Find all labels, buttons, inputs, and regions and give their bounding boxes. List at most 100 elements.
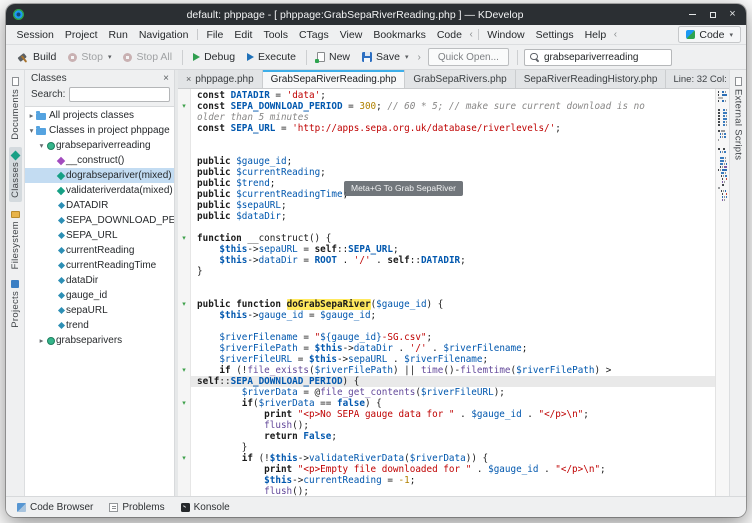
code-line[interactable]: if($riverData == false) { <box>191 398 715 409</box>
code-line[interactable]: public $currentReadingTime; <box>191 189 715 200</box>
minimap[interactable] <box>715 89 729 496</box>
code-line[interactable]: $riverFilename = "${gauge_id}-SG.csv"; <box>191 332 715 343</box>
tree-item-validateriverdata-mixed[interactable]: validateriverdata(mixed) <box>25 183 174 198</box>
collapse-arrow-icon[interactable]: ▾ <box>37 142 46 150</box>
code-line[interactable]: const SEPA_DOWNLOAD_PERIOD = 300; // 60 … <box>191 101 715 112</box>
tab-grabsepariverreading-php[interactable]: GrabSepaRiverReading.php <box>263 70 406 88</box>
menu-window[interactable]: Window <box>482 27 530 43</box>
code-browser-button[interactable]: Code Browser <box>11 500 99 515</box>
code-line[interactable]: return False; <box>191 431 715 442</box>
dock-tab-filesystem[interactable]: Filesystem <box>9 205 22 273</box>
execute-button[interactable]: Execute <box>241 49 302 65</box>
code-line[interactable]: $riverFileURL = $this->sepaURL . $riverF… <box>191 354 715 365</box>
menu-edit[interactable]: Edit <box>229 27 258 43</box>
code-line[interactable]: $riverData = @file_get_contents($riverFi… <box>191 387 715 398</box>
code-line[interactable]: $this->sepaURL = self::SEPA_URL; <box>191 244 715 255</box>
menu-tools[interactable]: Tools <box>258 27 294 43</box>
dock-tab-external-scripts[interactable]: External Scripts <box>732 73 745 164</box>
collapse-arrow-icon[interactable]: ▾ <box>27 127 36 135</box>
expand-arrow-icon[interactable]: ▸ <box>27 112 36 120</box>
code-line[interactable] <box>191 277 715 288</box>
minimize-icon[interactable] <box>686 8 699 21</box>
tab-separiverreadinghistory-php[interactable]: SepaRiverReadingHistory.php <box>516 70 667 88</box>
dock-tab-documents[interactable]: Documents <box>9 73 22 144</box>
code-line[interactable]: $riverFilePath = $this->dataDir . '/' . … <box>191 343 715 354</box>
panel-close-icon[interactable]: × <box>163 74 169 84</box>
code-area[interactable]: const DATADIR = 'data';const SEPA_DOWNLO… <box>191 89 715 496</box>
menu-project[interactable]: Project <box>59 27 103 43</box>
tree-item-all-projects-classes[interactable]: ▸All projects classes <box>25 108 174 123</box>
tree-item-dograbsepariver-mixed[interactable]: dograbsepariver(mixed) <box>25 168 174 183</box>
tree-item-classes-in-project-phppage[interactable]: ▾Classes in project phppage <box>25 123 174 138</box>
code-line[interactable] <box>191 134 715 145</box>
debug-button[interactable]: Debug <box>187 49 241 65</box>
code-line[interactable]: public $trend; <box>191 178 715 189</box>
code-menu-button[interactable]: Code ▾ <box>678 26 741 43</box>
fold-marker-icon[interactable]: ▾ <box>178 101 190 112</box>
menu-bookmarks[interactable]: Bookmarks <box>368 27 432 43</box>
code-line[interactable]: const DATADIR = 'data'; <box>191 90 715 101</box>
code-line[interactable] <box>191 321 715 332</box>
tree-item-sepaurl[interactable]: sepaURL <box>25 303 174 318</box>
code-line[interactable]: if (!file_exists($riverFilePath) || time… <box>191 365 715 376</box>
menu-settings[interactable]: Settings <box>530 27 579 43</box>
code-line[interactable]: } <box>191 442 715 453</box>
code-line[interactable]: } <box>191 266 715 277</box>
code-line[interactable]: function __construct() { <box>191 233 715 244</box>
tree-item-grabseparivers[interactable]: ▸grabseparivers <box>25 333 174 348</box>
code-line[interactable]: print "<p>No SEPA gauge data for " . $ga… <box>191 409 715 420</box>
tree-item-trend[interactable]: trend <box>25 318 174 333</box>
tree-item-currentreading[interactable]: currentReading <box>25 243 174 258</box>
build-button[interactable]: Build <box>12 49 62 65</box>
menu-view[interactable]: View <box>334 27 368 43</box>
tab-phppage-php[interactable]: ×phppage.php <box>178 70 263 88</box>
code-line[interactable]: public $dataDir; <box>191 211 715 222</box>
menu-file[interactable]: File <box>201 27 229 43</box>
code-line[interactable] <box>191 222 715 233</box>
maximize-icon[interactable] <box>706 8 719 21</box>
menu-code[interactable]: Code <box>431 27 467 43</box>
search-input[interactable] <box>544 52 666 63</box>
menu-ctags[interactable]: CTags <box>293 27 334 43</box>
save-button[interactable]: Save▾ <box>356 49 414 65</box>
tab-grabseparivers-php[interactable]: GrabSepaRivers.php <box>405 70 515 88</box>
tree-item-datadir[interactable]: DATADIR <box>25 198 174 213</box>
titlebar[interactable]: default: phppage - [ phppage:GrabSepaRiv… <box>6 4 746 25</box>
tree-item-sepa-download-period[interactable]: SEPA_DOWNLOAD_PERIOD <box>25 213 174 228</box>
code-line[interactable]: $this->currentReading = -1; <box>191 475 715 486</box>
dock-tab-projects[interactable]: Projects <box>9 276 22 332</box>
tab-close-icon[interactable]: × <box>186 75 191 84</box>
menu-session[interactable]: Session <box>11 27 59 43</box>
menu-navigation[interactable]: Navigation <box>133 27 194 43</box>
code-line[interactable] <box>191 145 715 156</box>
code-line[interactable]: flush(); <box>191 420 715 431</box>
classes-search-input[interactable] <box>69 87 170 102</box>
dock-tab-classes[interactable]: Classes <box>9 147 22 202</box>
code-line[interactable]: public function doGrabSepaRiver($gauge_i… <box>191 299 715 310</box>
fold-marker-icon[interactable]: ▾ <box>178 299 190 310</box>
code-line[interactable] <box>191 288 715 299</box>
new-button[interactable]: New <box>311 49 356 65</box>
code-line[interactable]: public $gauge_id; <box>191 156 715 167</box>
code-line[interactable]: flush(); <box>191 486 715 496</box>
tree-item-datadir[interactable]: dataDir <box>25 273 174 288</box>
tree-item-currentreadingtime[interactable]: currentReadingTime <box>25 258 174 273</box>
tree-item-sepa-url[interactable]: SEPA_URL <box>25 228 174 243</box>
quick-open-button[interactable]: Quick Open... <box>428 48 509 66</box>
code-line[interactable]: self::SEPA_DOWNLOAD_PERIOD) { <box>191 376 715 387</box>
fold-marker-icon[interactable]: ▾ <box>178 398 190 409</box>
code-line[interactable]: $this->gauge_id = $gauge_id; <box>191 310 715 321</box>
editor[interactable]: ▾ ▾ ▾ ▾ ▾ ▾ const DATADIR = 'data';const SEPA… <box>178 89 729 496</box>
tree-item-grabsepariverreading[interactable]: ▾grabsepariverreading <box>25 138 174 153</box>
fold-marker-icon[interactable]: ▾ <box>178 365 190 376</box>
fold-marker-icon[interactable]: ▾ <box>178 453 190 464</box>
code-line[interactable]: if (!$this->validateRiverData($riverData… <box>191 453 715 464</box>
code-line[interactable]: public $currentReading; <box>191 167 715 178</box>
menu-run[interactable]: Run <box>103 27 133 43</box>
tree-item-construct[interactable]: __construct() <box>25 153 174 168</box>
tree-item-gauge-id[interactable]: gauge_id <box>25 288 174 303</box>
code-line[interactable]: print "<p>Empty file downloaded for " . … <box>191 464 715 475</box>
fold-marker-icon[interactable]: ▾ <box>178 233 190 244</box>
problems-button[interactable]: Problems <box>103 500 170 515</box>
code-line[interactable]: public $sepaURL; <box>191 200 715 211</box>
